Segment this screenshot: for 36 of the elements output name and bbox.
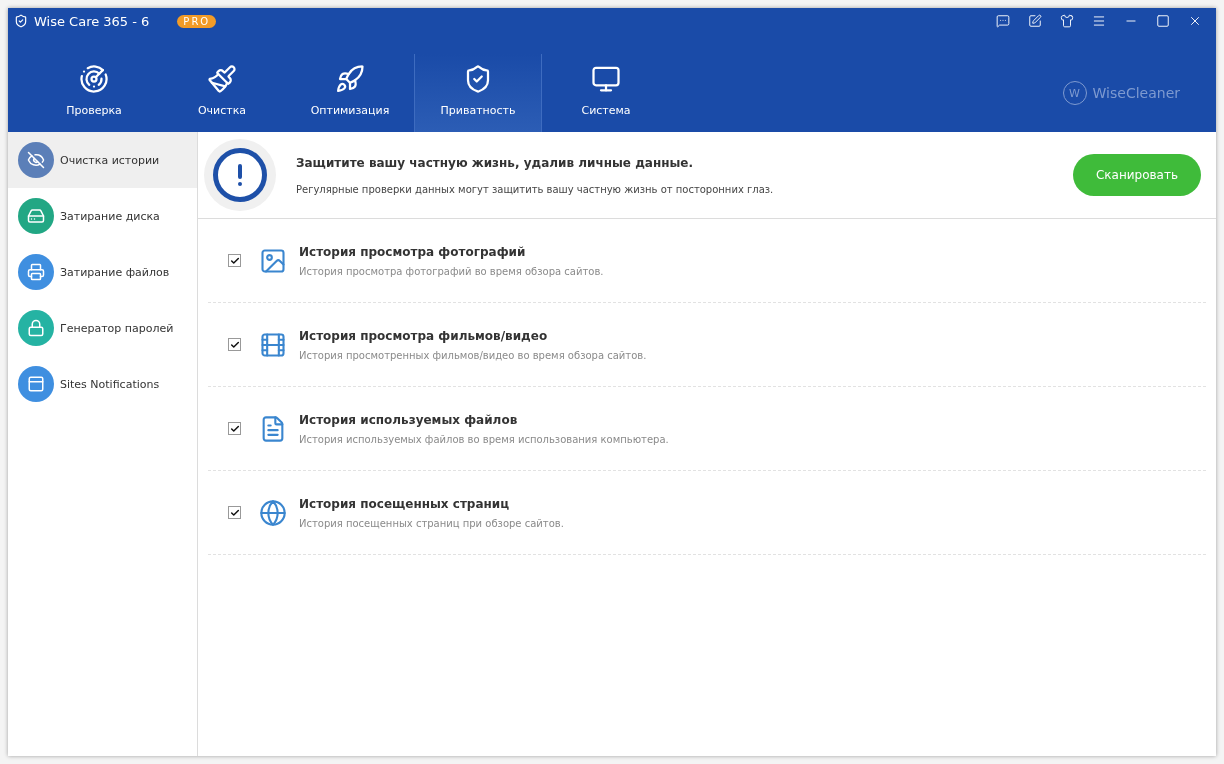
item-description: История просмотренных фильмов/видео во время обзора сайтов. bbox=[299, 349, 647, 361]
nav-tab[interactable]: Очистка bbox=[158, 54, 286, 132]
nav-tab[interactable]: Проверка bbox=[30, 54, 158, 132]
menu-icon bbox=[1092, 14, 1106, 28]
brush-icon bbox=[207, 63, 237, 94]
checkbox[interactable] bbox=[228, 338, 241, 351]
maximize-icon bbox=[1156, 14, 1170, 28]
checkbox[interactable] bbox=[228, 506, 241, 519]
item-title: История просмотра фотографий bbox=[299, 244, 527, 259]
brand-name: WiseCleaner bbox=[1092, 85, 1180, 101]
checkbox[interactable] bbox=[228, 254, 241, 267]
item-title: История используемых файлов bbox=[299, 412, 519, 427]
checkbox[interactable] bbox=[228, 422, 241, 435]
item-description: История посещенных страниц при обзоре сайтов. bbox=[299, 517, 564, 529]
banner-heading: Защитите вашу частную жизнь, удалив личные данные. bbox=[296, 155, 695, 170]
item-description: История просмотра фотографий во время обзора сайтов. bbox=[299, 265, 604, 277]
film-icon bbox=[259, 330, 287, 359]
item-description: История используемых файлов во время использования компьютера. bbox=[299, 433, 669, 445]
pro-badge: PRO bbox=[177, 14, 217, 28]
edit-icon bbox=[1028, 14, 1042, 28]
globe-icon bbox=[259, 498, 287, 527]
radar-icon bbox=[79, 63, 109, 94]
window-title: Wise Care 365 - 6 bbox=[34, 13, 150, 29]
rocket-icon bbox=[335, 63, 365, 94]
nav-tab[interactable]: Оптимизация bbox=[286, 54, 414, 132]
banner-text: Регулярные проверки данных могут защитить вашу частную жизнь от посторонних глаз. bbox=[296, 183, 775, 195]
app-logo-icon bbox=[14, 14, 28, 28]
nav-tab[interactable]: Система bbox=[542, 54, 670, 132]
image-icon bbox=[259, 246, 287, 275]
item-title: История просмотра фильмов/видео bbox=[299, 328, 549, 343]
nav-tab[interactable]: Приватность bbox=[414, 54, 542, 132]
sidebar-item[interactable]: Очистка истории bbox=[8, 132, 197, 188]
close-icon bbox=[1188, 14, 1202, 28]
item-title: История посещенных страниц bbox=[299, 496, 511, 511]
feedback-icon bbox=[996, 14, 1010, 28]
shirt-icon bbox=[1060, 14, 1074, 28]
